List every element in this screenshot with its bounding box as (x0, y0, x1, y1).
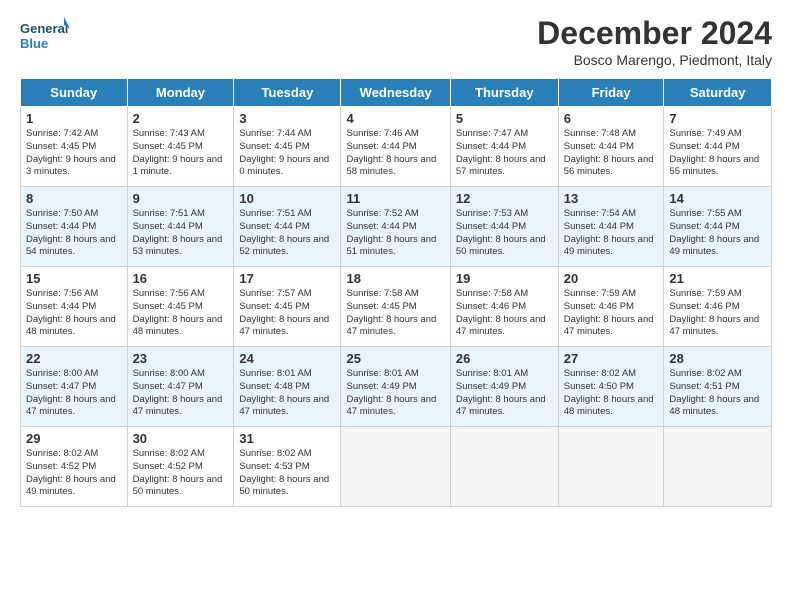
table-row: 30 Sunrise: 8:02 AMSunset: 4:52 PMDaylig… (127, 427, 234, 507)
week-row-2: 8 Sunrise: 7:50 AMSunset: 4:44 PMDayligh… (21, 187, 772, 267)
table-row: 24 Sunrise: 8:01 AMSunset: 4:48 PMDaylig… (234, 347, 341, 427)
table-row: 21 Sunrise: 7:59 AMSunset: 4:46 PMDaylig… (664, 267, 772, 347)
week-row-4: 22 Sunrise: 8:00 AMSunset: 4:47 PMDaylig… (21, 347, 772, 427)
table-row: 29 Sunrise: 8:02 AMSunset: 4:52 PMDaylig… (21, 427, 128, 507)
week-row-3: 15 Sunrise: 7:56 AMSunset: 4:44 PMDaylig… (21, 267, 772, 347)
table-row: 13 Sunrise: 7:54 AMSunset: 4:44 PMDaylig… (558, 187, 664, 267)
header-tuesday: Tuesday (234, 79, 341, 107)
table-row: 20 Sunrise: 7:59 AMSunset: 4:46 PMDaylig… (558, 267, 664, 347)
table-row: 1 Sunrise: 7:42 AMSunset: 4:45 PMDayligh… (21, 107, 128, 187)
header: General Blue December 2024 Bosco Marengo… (20, 15, 772, 68)
table-row: 15 Sunrise: 7:56 AMSunset: 4:44 PMDaylig… (21, 267, 128, 347)
table-row: 14 Sunrise: 7:55 AMSunset: 4:44 PMDaylig… (664, 187, 772, 267)
table-row: 18 Sunrise: 7:58 AMSunset: 4:45 PMDaylig… (341, 267, 450, 347)
table-row: 17 Sunrise: 7:57 AMSunset: 4:45 PMDaylig… (234, 267, 341, 347)
header-thursday: Thursday (450, 79, 558, 107)
table-row: 7 Sunrise: 7:49 AMSunset: 4:44 PMDayligh… (664, 107, 772, 187)
table-row: 10 Sunrise: 7:51 AMSunset: 4:44 PMDaylig… (234, 187, 341, 267)
table-row: 31 Sunrise: 8:02 AMSunset: 4:53 PMDaylig… (234, 427, 341, 507)
table-row: 16 Sunrise: 7:56 AMSunset: 4:45 PMDaylig… (127, 267, 234, 347)
header-wednesday: Wednesday (341, 79, 450, 107)
table-row: 27 Sunrise: 8:02 AMSunset: 4:50 PMDaylig… (558, 347, 664, 427)
header-saturday: Saturday (664, 79, 772, 107)
svg-text:General: General (20, 21, 68, 36)
title-block: December 2024 Bosco Marengo, Piedmont, I… (537, 15, 772, 68)
main-title: December 2024 (537, 15, 772, 52)
table-row: 11 Sunrise: 7:52 AMSunset: 4:44 PMDaylig… (341, 187, 450, 267)
header-monday: Monday (127, 79, 234, 107)
header-friday: Friday (558, 79, 664, 107)
header-row: Sunday Monday Tuesday Wednesday Thursday… (21, 79, 772, 107)
header-sunday: Sunday (21, 79, 128, 107)
table-row: 3 Sunrise: 7:44 AMSunset: 4:45 PMDayligh… (234, 107, 341, 187)
table-row (558, 427, 664, 507)
table-row: 28 Sunrise: 8:02 AMSunset: 4:51 PMDaylig… (664, 347, 772, 427)
week-row-5: 29 Sunrise: 8:02 AMSunset: 4:52 PMDaylig… (21, 427, 772, 507)
table-row: 25 Sunrise: 8:01 AMSunset: 4:49 PMDaylig… (341, 347, 450, 427)
table-row: 8 Sunrise: 7:50 AMSunset: 4:44 PMDayligh… (21, 187, 128, 267)
table-row (664, 427, 772, 507)
table-row: 9 Sunrise: 7:51 AMSunset: 4:44 PMDayligh… (127, 187, 234, 267)
logo-svg: General Blue (20, 15, 70, 60)
table-row: 5 Sunrise: 7:47 AMSunset: 4:44 PMDayligh… (450, 107, 558, 187)
table-row: 2 Sunrise: 7:43 AMSunset: 4:45 PMDayligh… (127, 107, 234, 187)
page: General Blue December 2024 Bosco Marengo… (0, 0, 792, 612)
table-row: 12 Sunrise: 7:53 AMSunset: 4:44 PMDaylig… (450, 187, 558, 267)
table-row (341, 427, 450, 507)
table-row (450, 427, 558, 507)
logo: General Blue (20, 15, 70, 60)
table-row: 4 Sunrise: 7:46 AMSunset: 4:44 PMDayligh… (341, 107, 450, 187)
table-row: 22 Sunrise: 8:00 AMSunset: 4:47 PMDaylig… (21, 347, 128, 427)
table-row: 19 Sunrise: 7:58 AMSunset: 4:46 PMDaylig… (450, 267, 558, 347)
table-row: 26 Sunrise: 8:01 AMSunset: 4:49 PMDaylig… (450, 347, 558, 427)
svg-text:Blue: Blue (20, 36, 48, 51)
subtitle: Bosco Marengo, Piedmont, Italy (537, 52, 772, 68)
table-row: 6 Sunrise: 7:48 AMSunset: 4:44 PMDayligh… (558, 107, 664, 187)
week-row-1: 1 Sunrise: 7:42 AMSunset: 4:45 PMDayligh… (21, 107, 772, 187)
table-row: 23 Sunrise: 8:00 AMSunset: 4:47 PMDaylig… (127, 347, 234, 427)
calendar-table: Sunday Monday Tuesday Wednesday Thursday… (20, 78, 772, 507)
